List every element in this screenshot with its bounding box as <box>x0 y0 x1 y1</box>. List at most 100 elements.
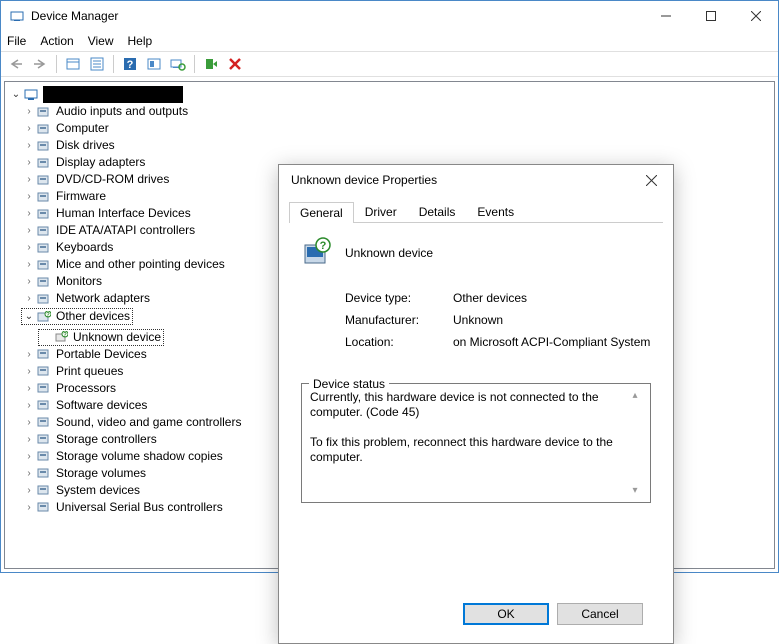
maximize-button[interactable] <box>688 1 733 31</box>
menu-help[interactable]: Help <box>128 34 153 48</box>
action-icon[interactable] <box>143 53 165 75</box>
device-category-icon <box>36 465 52 481</box>
chevron-right-icon[interactable]: › <box>22 380 36 397</box>
tree-item-unknown-device[interactable]: ?Unknown device <box>38 329 164 346</box>
device-manager-window: Device Manager File Action View Help ? ⌄ <box>0 0 779 573</box>
chevron-down-icon[interactable]: ⌄ <box>9 86 23 103</box>
chevron-right-icon[interactable]: › <box>22 465 36 482</box>
app-icon <box>9 8 25 24</box>
chevron-right-icon[interactable]: › <box>22 256 36 273</box>
tree-item-label: Audio inputs and outputs <box>56 103 188 120</box>
tree-item-other-devices[interactable]: ⌄?Other devices <box>21 308 133 325</box>
device-header: ? Unknown device <box>301 237 651 269</box>
uninstall-device-icon[interactable] <box>224 53 246 75</box>
tree-item[interactable]: › Audio inputs and outputs <box>22 103 774 120</box>
tree-item-label: Software devices <box>56 397 147 414</box>
tree-item-label: System devices <box>56 482 140 499</box>
tab-driver[interactable]: Driver <box>354 201 408 222</box>
back-button[interactable] <box>5 53 27 75</box>
chevron-down-icon[interactable]: ⌄ <box>22 308 36 325</box>
tree-item-label: IDE ATA/ATAPI controllers <box>56 222 195 239</box>
chevron-right-icon[interactable]: › <box>22 222 36 239</box>
dialog-body: General Driver Details Events ? Unknown … <box>279 195 673 643</box>
device-category-icon <box>36 431 52 447</box>
chevron-right-icon[interactable]: › <box>22 363 36 380</box>
minimize-button[interactable] <box>643 1 688 31</box>
device-category-icon <box>36 189 52 205</box>
device-category-icon <box>36 240 52 256</box>
device-category-icon <box>36 138 52 154</box>
chevron-right-icon[interactable]: › <box>22 137 36 154</box>
tree-root-label: ████████████████ <box>43 86 183 103</box>
computer-icon <box>23 87 39 103</box>
titlebar: Device Manager <box>1 1 778 31</box>
device-status-text[interactable]: Currently, this hardware device is not c… <box>310 390 628 496</box>
device-category-icon <box>36 380 52 396</box>
tree-item-label: Keyboards <box>56 239 113 256</box>
tree-item-label: Human Interface Devices <box>56 205 191 222</box>
cancel-button[interactable]: Cancel <box>557 603 643 625</box>
tree-item[interactable]: ›Disk drives <box>22 137 774 154</box>
chevron-right-icon[interactable]: › <box>22 273 36 290</box>
dialog-close-button[interactable] <box>637 169 665 191</box>
unknown-device-icon: ? <box>53 329 69 345</box>
tree-root[interactable]: ⌄ ████████████████ <box>5 86 774 103</box>
chevron-right-icon[interactable]: › <box>22 448 36 465</box>
menu-view[interactable]: View <box>88 34 114 48</box>
menu-action[interactable]: Action <box>40 34 73 48</box>
tree-item-label: Print queues <box>56 363 123 380</box>
dialog-buttons: OK Cancel <box>301 603 651 625</box>
toolbar: ? <box>1 51 778 77</box>
device-category-icon <box>36 206 52 222</box>
tree-item-label: Universal Serial Bus controllers <box>56 499 223 516</box>
chevron-right-icon[interactable]: › <box>22 171 36 188</box>
chevron-right-icon[interactable]: › <box>22 188 36 205</box>
help-icon[interactable]: ? <box>119 53 141 75</box>
tab-panel-general: ? Unknown device Device type: Other devi… <box>289 223 663 633</box>
chevron-right-icon[interactable]: › <box>22 482 36 499</box>
show-hide-icon[interactable] <box>62 53 84 75</box>
tree-item[interactable]: › Computer <box>22 120 774 137</box>
ok-button[interactable]: OK <box>463 603 549 625</box>
menu-file[interactable]: File <box>7 34 26 48</box>
tree-item-label: Computer <box>56 120 109 137</box>
tab-general[interactable]: General <box>289 202 354 223</box>
tree-item-label: Sound, video and game controllers <box>56 414 241 431</box>
dialog-titlebar: Unknown device Properties <box>279 165 673 195</box>
chevron-right-icon[interactable]: › <box>22 205 36 222</box>
tree-item-label: Unknown device <box>73 329 161 346</box>
properties-icon[interactable] <box>86 53 108 75</box>
chevron-right-icon[interactable]: › <box>22 431 36 448</box>
tab-details[interactable]: Details <box>408 201 467 222</box>
chevron-right-icon[interactable]: › <box>22 154 36 171</box>
chevron-right-icon[interactable]: › <box>22 103 36 120</box>
close-button[interactable] <box>733 1 778 31</box>
device-category-icon <box>36 274 52 290</box>
chevron-right-icon[interactable]: › <box>22 499 36 516</box>
device-category-icon <box>36 482 52 498</box>
forward-button[interactable] <box>29 53 51 75</box>
enable-device-icon[interactable] <box>200 53 222 75</box>
status-scrollbar[interactable]: ▴▾ <box>628 390 642 496</box>
chevron-right-icon[interactable]: › <box>22 120 36 137</box>
label-manufacturer: Manufacturer: <box>345 313 453 327</box>
chevron-right-icon[interactable]: › <box>22 346 36 363</box>
chevron-right-icon[interactable]: › <box>22 239 36 256</box>
svg-text:?: ? <box>320 240 327 252</box>
chevron-right-icon[interactable]: › <box>22 290 36 307</box>
tab-events[interactable]: Events <box>466 201 525 222</box>
device-category-icon <box>36 104 52 120</box>
device-status-box: Currently, this hardware device is not c… <box>301 383 651 503</box>
device-question-icon: ? <box>301 237 333 269</box>
tree-item-label: Firmware <box>56 188 106 205</box>
scroll-down-icon[interactable]: ▾ <box>632 485 637 496</box>
label-device-type: Device type: <box>345 291 453 305</box>
scroll-up-icon[interactable]: ▴ <box>632 390 637 401</box>
device-category-icon <box>36 257 52 273</box>
scan-hardware-icon[interactable] <box>167 53 189 75</box>
chevron-right-icon[interactable]: › <box>22 414 36 431</box>
tree-item-label: Monitors <box>56 273 102 290</box>
tree-item-label: Mice and other pointing devices <box>56 256 225 273</box>
label-location: Location: <box>345 335 453 349</box>
chevron-right-icon[interactable]: › <box>22 397 36 414</box>
